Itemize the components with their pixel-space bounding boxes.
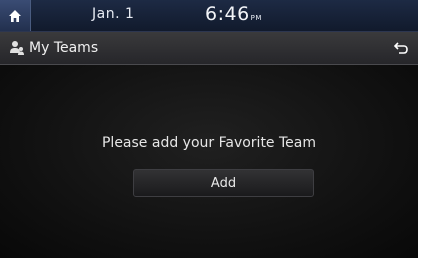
main-content: Please add your Favorite Team Add [0,65,418,258]
status-time: 6:46 [205,3,250,25]
page-title: My Teams [29,40,99,56]
status-bar: Jan. 1 6:46PM [0,0,418,32]
add-button[interactable]: Add [133,169,314,197]
title-bar: My Teams [0,32,418,65]
empty-message: Please add your Favorite Team [101,135,316,151]
home-icon [9,9,21,22]
back-icon [394,42,408,54]
home-button[interactable] [0,0,31,31]
status-date: Jan. 1 [92,6,135,22]
screen: Jan. 1 6:46PM My Teams Please add your F… [0,0,418,258]
status-clock: 6:46PM [205,3,262,25]
back-button[interactable] [384,32,418,64]
team-icon [10,41,24,55]
status-ampm: PM [250,14,262,22]
